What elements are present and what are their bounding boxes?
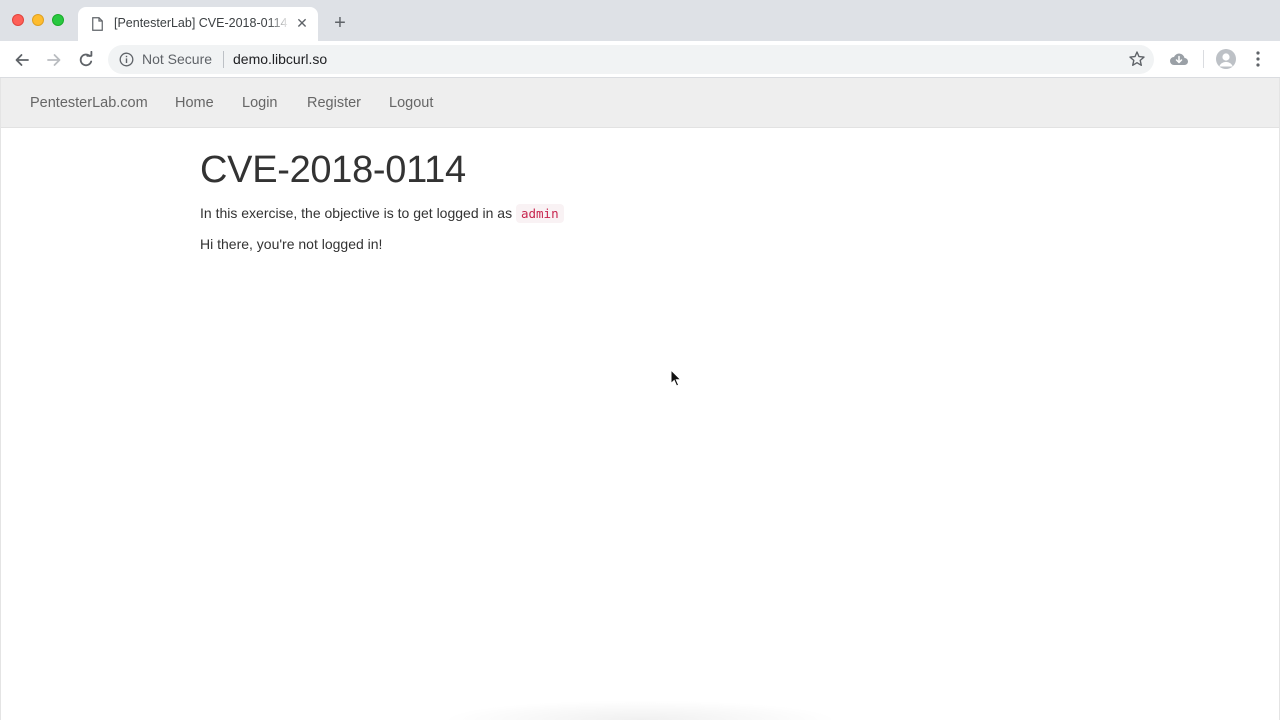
nav-link-logout[interactable]: Logout xyxy=(389,95,433,111)
browser-menu-icon[interactable] xyxy=(1250,49,1266,69)
tab-strip: [PentesterLab] CVE-2018-0114 ✕ + xyxy=(0,0,1280,41)
login-status-text: Hi there, you're not logged in! xyxy=(200,236,383,252)
page-icon xyxy=(92,17,103,31)
tab-title-fade xyxy=(268,11,290,35)
bottom-shadow xyxy=(440,700,840,720)
minimize-window-button[interactable] xyxy=(32,14,44,26)
reload-icon xyxy=(79,51,93,67)
navbar-brand-link[interactable]: PentesterLab.com xyxy=(30,95,148,111)
objective-sentence: In this exercise, the objective is to ge… xyxy=(200,205,513,221)
nav-link-home[interactable]: Home xyxy=(175,95,214,111)
reload-button[interactable] xyxy=(75,49,97,71)
bookmark-star-icon[interactable] xyxy=(1128,50,1146,68)
back-button[interactable] xyxy=(11,49,33,71)
site-navbar: PentesterLab.com Home Login Register Log… xyxy=(0,78,1280,128)
new-tab-button[interactable]: + xyxy=(330,12,350,34)
nav-link-login[interactable]: Login xyxy=(242,95,277,111)
forward-button[interactable] xyxy=(43,49,65,71)
tab-title: [PentesterLab] CVE-2018-0114 xyxy=(114,16,288,30)
security-status-label[interactable]: Not Secure xyxy=(142,51,212,67)
close-window-button[interactable] xyxy=(12,14,24,26)
nav-link-register[interactable]: Register xyxy=(307,95,361,111)
arrow-right-icon xyxy=(47,54,61,66)
main-content: CVE-2018-0114 In this exercise, the obje… xyxy=(200,148,1080,256)
url-text[interactable]: demo.libcurl.so xyxy=(233,51,327,67)
browser-toolbar: Not Secure demo.libcurl.so xyxy=(0,41,1280,78)
toolbar-divider xyxy=(1203,50,1204,68)
objective-text: In this exercise, the objective is to ge… xyxy=(200,201,1080,226)
browser-tab[interactable]: [PentesterLab] CVE-2018-0114 ✕ xyxy=(78,7,318,41)
arrow-left-icon xyxy=(15,54,29,66)
omnibox-divider xyxy=(223,51,224,68)
cloud-drive-extension-icon[interactable] xyxy=(1169,50,1189,68)
tab-close-icon[interactable]: ✕ xyxy=(294,15,310,31)
info-icon[interactable] xyxy=(119,52,134,67)
page-title: CVE-2018-0114 xyxy=(200,149,466,191)
admin-username-code: admin xyxy=(515,204,564,223)
address-bar[interactable]: Not Secure demo.libcurl.so xyxy=(108,45,1154,74)
profile-avatar[interactable] xyxy=(1216,49,1236,69)
maximize-window-button[interactable] xyxy=(52,14,64,26)
mouse-pointer-icon xyxy=(670,369,682,387)
person-icon xyxy=(1219,53,1233,67)
